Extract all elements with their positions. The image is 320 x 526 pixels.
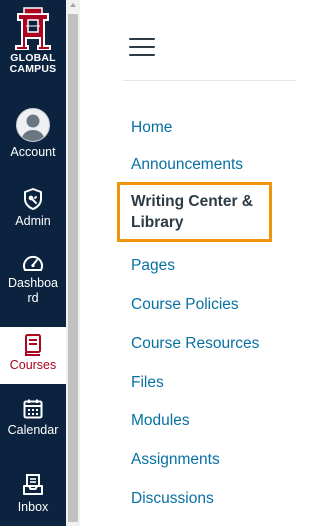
calendar-label: Calendar bbox=[7, 423, 59, 437]
canvas-page: GLOBAL CAMPUS Account Admin Dashboa rd C… bbox=[0, 0, 296, 526]
course-nav-modules[interactable]: Modules bbox=[131, 411, 190, 430]
course-nav-assignments[interactable]: Assignments bbox=[131, 450, 220, 469]
header-divider bbox=[123, 80, 296, 81]
inbox-label: Inbox bbox=[17, 500, 49, 514]
global-nav-dashboard[interactable]: Dashboa rd bbox=[0, 252, 66, 306]
dashboard-label-line2: rd bbox=[27, 291, 39, 305]
dashboard-speedometer-icon bbox=[23, 255, 43, 271]
scroll-up-arrow-icon[interactable] bbox=[70, 3, 76, 7]
course-nav-announcements[interactable]: Announcements bbox=[131, 155, 243, 174]
arizona-a-logo-icon bbox=[15, 7, 51, 50]
nav-scrollbar-thumb[interactable] bbox=[68, 14, 78, 522]
course-nav-course-policies[interactable]: Course Policies bbox=[131, 295, 239, 314]
course-nav-pages[interactable]: Pages bbox=[131, 256, 175, 275]
calendar-icon bbox=[23, 399, 43, 419]
course-menu-toggle-button[interactable] bbox=[129, 38, 155, 56]
hamburger-line-icon bbox=[129, 46, 155, 48]
course-nav-writing-center-library[interactable]: Writing Center & Library bbox=[131, 191, 281, 233]
global-nav-courses[interactable]: Courses bbox=[0, 327, 66, 384]
course-nav-discussions[interactable]: Discussions bbox=[131, 489, 214, 508]
account-label: Account bbox=[10, 145, 56, 159]
global-nav-inbox[interactable]: Inbox bbox=[0, 473, 66, 515]
admin-label: Admin bbox=[15, 214, 51, 228]
global-nav-calendar[interactable]: Calendar bbox=[0, 398, 66, 438]
logo-text-line2: CAMPUS bbox=[9, 63, 57, 75]
dashboard-label-line1: Dashboa bbox=[7, 276, 59, 290]
courses-book-icon bbox=[25, 334, 41, 356]
university-logo[interactable]: GLOBAL CAMPUS bbox=[0, 6, 66, 92]
hamburger-line-icon bbox=[129, 38, 155, 40]
courses-label: Courses bbox=[9, 358, 57, 372]
course-nav-files[interactable]: Files bbox=[131, 373, 164, 392]
avatar-icon bbox=[16, 108, 50, 142]
admin-shield-icon bbox=[24, 188, 42, 210]
course-nav-home[interactable]: Home bbox=[131, 118, 172, 137]
inbox-icon bbox=[23, 474, 43, 495]
hamburger-line-icon bbox=[129, 54, 155, 56]
course-nav-course-resources[interactable]: Course Resources bbox=[131, 334, 259, 353]
global-navigation: GLOBAL CAMPUS Account Admin Dashboa rd C… bbox=[0, 0, 66, 526]
global-nav-admin[interactable]: Admin bbox=[0, 187, 66, 229]
global-nav-account[interactable]: Account bbox=[0, 108, 66, 160]
